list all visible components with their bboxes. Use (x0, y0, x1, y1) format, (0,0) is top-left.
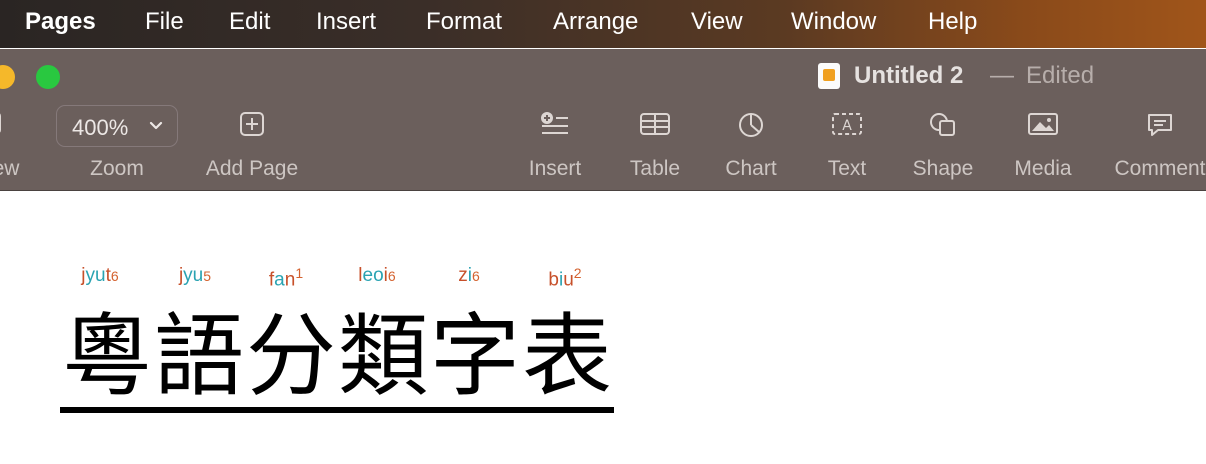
menu-window[interactable]: Window (791, 8, 876, 36)
svg-text:A: A (842, 118, 852, 134)
comment-label[interactable]: Comment (1114, 157, 1205, 181)
text-label[interactable]: Text (828, 157, 867, 181)
menu-arrange[interactable]: Arrange (553, 8, 638, 36)
menu-pages[interactable]: Pages (25, 8, 96, 36)
menu-format[interactable]: Format (426, 8, 502, 36)
chart-label[interactable]: Chart (725, 157, 776, 181)
chevron-down-icon (149, 116, 163, 142)
view-icon[interactable] (0, 111, 10, 135)
document-heading[interactable]: 粵語分類字表 (62, 283, 614, 413)
zoom-window-button[interactable] (36, 65, 60, 89)
media-icon[interactable] (1027, 111, 1059, 137)
add-page-label[interactable]: Add Page (206, 157, 298, 181)
shape-icon[interactable] (928, 111, 958, 139)
insert-icon[interactable] (540, 111, 570, 137)
view-label[interactable]: ew (0, 157, 19, 181)
comment-icon[interactable] (1145, 111, 1175, 139)
menu-insert[interactable]: Insert (316, 8, 376, 36)
document-state: Edited (1026, 62, 1095, 89)
pages-document-icon (818, 63, 840, 89)
menu-edit[interactable]: Edit (229, 8, 270, 36)
table-icon[interactable] (639, 111, 671, 137)
zoom-value: 400% (72, 115, 129, 140)
menu-bar: Pages File Edit Insert Format Arrange Vi… (0, 0, 1206, 48)
table-label[interactable]: Table (630, 157, 680, 181)
document-name: Untitled 2 (854, 62, 964, 89)
minimize-button[interactable] (0, 65, 15, 89)
menu-help[interactable]: Help (928, 8, 977, 36)
document-canvas[interactable]: jyut6 jyu5 fan1 leoi6 zi6 biu2 粵語分類字表 (0, 191, 1206, 464)
title-separator: — (990, 62, 1014, 89)
heading-underline (60, 407, 614, 413)
menu-file[interactable]: File (145, 8, 184, 36)
text-icon[interactable]: A (831, 111, 863, 137)
chart-icon[interactable] (737, 111, 765, 139)
window-toolbar: Untitled 2 — Edited ew 400% Zoom Add Pag… (0, 49, 1206, 191)
media-label[interactable]: Media (1014, 157, 1071, 181)
zoom-label[interactable]: Zoom (90, 157, 144, 181)
shape-label[interactable]: Shape (913, 157, 974, 181)
insert-label[interactable]: Insert (529, 157, 582, 181)
add-page-icon[interactable] (239, 111, 265, 137)
menu-view[interactable]: View (691, 8, 743, 36)
zoom-select[interactable]: 400% (56, 105, 178, 147)
